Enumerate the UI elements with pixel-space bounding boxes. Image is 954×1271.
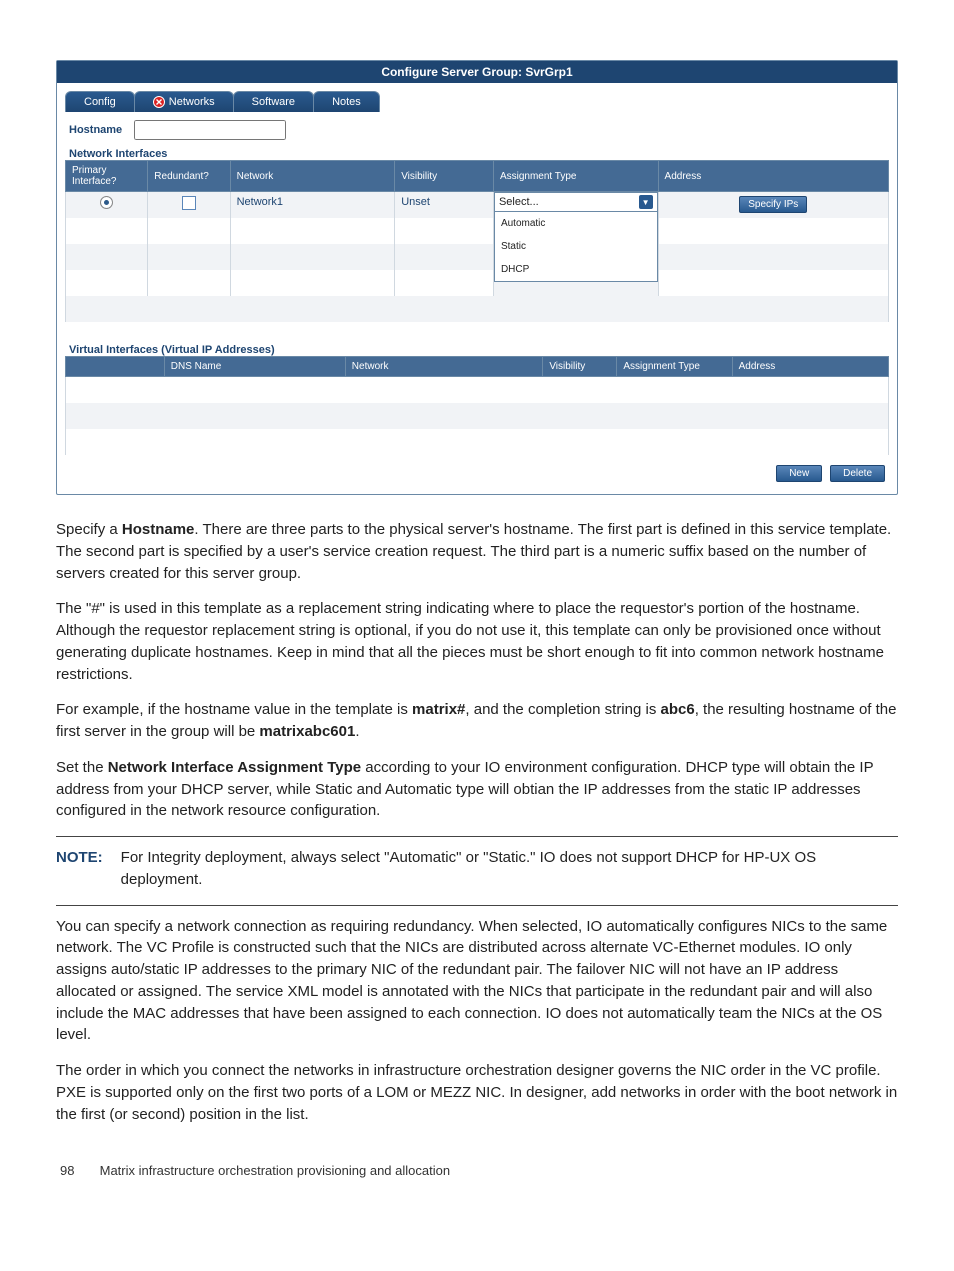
vcol-assignment: Assignment Type — [617, 357, 732, 377]
tab-networks[interactable]: Networks — [134, 91, 234, 112]
vcol-address: Address — [732, 357, 888, 377]
tab-notes[interactable]: Notes — [313, 91, 380, 112]
note-body: For Integrity deployment, always select … — [121, 847, 898, 891]
table-row — [66, 218, 889, 244]
note-label: NOTE: — [56, 847, 103, 891]
tab-software[interactable]: Software — [233, 91, 314, 112]
config-panel: Configure Server Group: SvrGrp1 Config N… — [56, 60, 898, 495]
panel-title: Configure Server Group: SvrGrp1 — [57, 61, 897, 83]
option-automatic[interactable]: Automatic — [495, 212, 657, 235]
tab-config[interactable]: Config — [65, 91, 135, 112]
table-row — [66, 270, 889, 296]
assignment-type-select[interactable]: Select... ▼ Automatic Static DHCP — [494, 192, 658, 212]
table-row — [66, 377, 889, 404]
row-visibility: Unset — [395, 192, 494, 219]
page-number: 98 — [60, 1163, 96, 1178]
chapter-title: Matrix infrastructure orchestration prov… — [100, 1163, 450, 1178]
body-text: Specify a Hostname. There are three part… — [56, 519, 898, 1125]
redundant-checkbox[interactable] — [182, 196, 196, 210]
table-row — [66, 296, 889, 322]
virtual-interfaces-table: DNS Name Network Visibility Assignment T… — [65, 356, 889, 455]
new-button[interactable]: New — [776, 465, 822, 482]
vcol-dnsname: DNS Name — [164, 357, 345, 377]
col-network: Network — [230, 161, 395, 192]
table-row: Network1 Unset Select... ▼ Automatic Sta… — [66, 192, 889, 219]
col-address: Address — [658, 161, 888, 192]
hostname-label: Hostname — [69, 124, 122, 136]
option-static[interactable]: Static — [495, 235, 657, 258]
table-row — [66, 429, 889, 455]
vcol-visibility: Visibility — [543, 357, 617, 377]
vcol-network: Network — [345, 357, 543, 377]
specify-ips-button[interactable]: Specify IPs — [739, 196, 807, 213]
error-icon — [153, 96, 165, 108]
table-row — [66, 244, 889, 270]
col-assignment: Assignment Type — [493, 161, 658, 192]
page-footer: 98 Matrix infrastructure orchestration p… — [56, 1139, 898, 1178]
vcol-blank — [66, 357, 165, 377]
option-dhcp[interactable]: DHCP — [495, 258, 657, 281]
assignment-selected: Select... — [499, 196, 539, 208]
col-visibility: Visibility — [395, 161, 494, 192]
table-row — [66, 403, 889, 429]
network-interfaces-table: Primary Interface? Redundant? Network Vi… — [65, 160, 889, 322]
tab-strip: Config Networks Software Notes — [65, 91, 889, 112]
network-interfaces-header: Network Interfaces — [69, 148, 889, 160]
col-redundant: Redundant? — [148, 161, 230, 192]
chevron-down-icon: ▼ — [639, 195, 653, 209]
hostname-input[interactable] — [134, 120, 286, 140]
col-primary: Primary Interface? — [66, 161, 148, 192]
primary-radio[interactable] — [100, 196, 113, 209]
row-network: Network1 — [230, 192, 395, 219]
virtual-interfaces-header: Virtual Interfaces (Virtual IP Addresses… — [69, 344, 889, 356]
delete-button[interactable]: Delete — [830, 465, 885, 482]
